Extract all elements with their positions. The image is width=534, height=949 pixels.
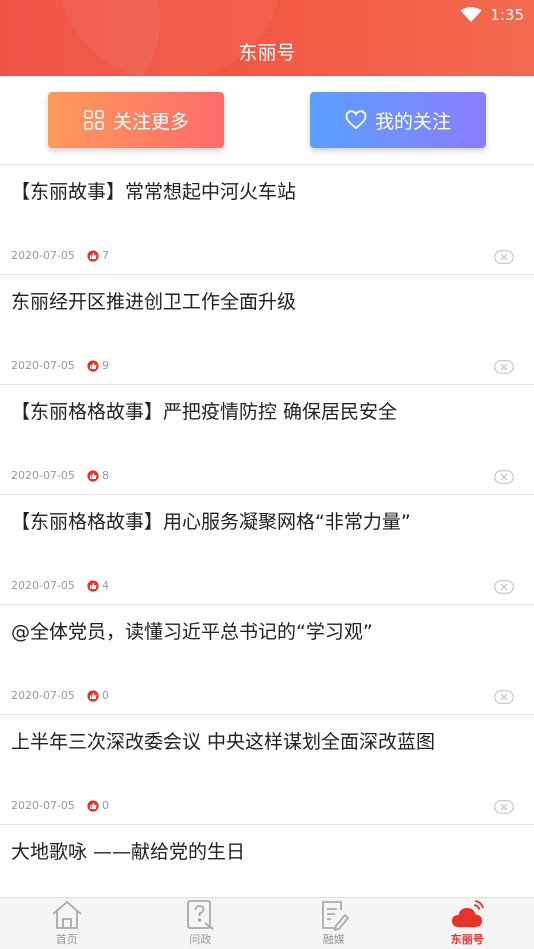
my-follow-label: 我的关注 [374,110,451,133]
like-count: 0 [101,689,109,702]
like-count: 7 [101,249,109,262]
my-follow-button[interactable]: 我的关注 [310,92,486,148]
article-meta: 2020-07-05 4 [11,579,109,592]
home-icon [52,900,82,929]
status-bar: 1:35 [460,5,524,25]
article-meta: 2020-07-05 9 [11,359,109,372]
dismiss-icon[interactable] [494,690,514,704]
wifi-icon [460,7,482,22]
dismiss-icon[interactable] [494,360,514,374]
page-title: 东丽号 [238,42,296,64]
nav-item-media[interactable]: 融媒 [267,898,401,949]
nav-label-media: 融媒 [322,933,345,946]
dismiss-icon[interactable] [494,250,514,264]
dismiss-icon[interactable] [494,800,514,814]
like-icon [87,359,99,372]
edit-doc-icon [321,901,349,931]
article-item[interactable]: 【东丽故事】常常想起中河火车站 2020-07-05 7 [0,165,534,275]
like-icon [87,249,99,262]
article-item[interactable]: @全体党员，读懂习近平总书记的“学习观” 2020-07-05 0 [0,605,534,715]
article-title: 东丽经开区推进创卫工作全面升级 [11,291,297,313]
article-date: 2020-07-05 [11,469,75,482]
article-list: 【东丽故事】常常想起中河火车站 2020-07-05 7 东丽经开区推进创卫工作全面升… [0,164,534,935]
article-date: 2020-07-05 [11,799,75,812]
article-date: 2020-07-05 [11,689,75,702]
article-meta: 2020-07-05 0 [11,689,109,702]
article-date: 2020-07-05 [11,359,75,372]
nav-item-home[interactable]: 首页 [0,898,134,949]
article-title: 上半年三次深改委会议 中央这样谋划全面深改蓝图 [11,731,436,753]
article-item[interactable]: 【东丽格格故事】用心服务凝聚网格“非常力量” 2020-07-05 4 [0,495,534,605]
like-count: 4 [101,579,109,592]
status-time: 1:35 [490,6,524,24]
dismiss-icon[interactable] [494,470,514,484]
article-title: 【东丽故事】常常想起中河火车站 [11,181,297,203]
app-header: 1:35 东丽号 [0,0,534,76]
grid-icon [84,110,104,130]
article-title: 【东丽格格故事】严把疫情防控 确保居民安全 [11,401,398,423]
article-date: 2020-07-05 [11,249,75,262]
nav-item-donglihao[interactable]: 东丽号 [401,898,534,949]
like-icon [87,689,99,702]
dismiss-icon[interactable] [494,580,514,594]
article-title: @全体党员，读懂习近平总书记的“学习观” [11,621,373,643]
question-doc-icon [187,900,214,930]
article-title: 大地歌咏 ——献给党的生日 [11,841,246,863]
nav-item-politics[interactable]: 问政 [134,898,268,949]
article-meta: 2020-07-05 0 [11,799,109,812]
cloud-signal-icon [452,900,485,927]
like-count: 8 [101,469,109,482]
nav-label-donglihao: 东丽号 [450,933,484,946]
follow-more-button[interactable]: 关注更多 [48,92,224,148]
article-title: 【东丽格格故事】用心服务凝聚网格“非常力量” [11,511,411,533]
follow-more-label: 关注更多 [112,110,189,133]
like-icon [87,799,99,812]
article-date: 2020-07-05 [11,579,75,592]
article-meta: 2020-07-05 7 [11,249,109,262]
like-icon [87,469,99,482]
bottom-nav: 首页 问政 融媒 东丽号 [0,897,534,949]
heart-icon [345,110,367,130]
article-item[interactable]: 东丽经开区推进创卫工作全面升级 2020-07-05 9 [0,275,534,385]
nav-label-home: 首页 [55,933,78,946]
like-icon [87,579,99,592]
article-meta: 2020-07-05 8 [11,469,109,482]
nav-label-politics: 问政 [189,933,212,946]
article-item[interactable]: 【东丽格格故事】严把疫情防控 确保居民安全 2020-07-05 8 [0,385,534,495]
like-count: 0 [101,799,109,812]
article-item[interactable]: 上半年三次深改委会议 中央这样谋划全面深改蓝图 2020-07-05 0 [0,715,534,825]
like-count: 9 [101,359,109,372]
